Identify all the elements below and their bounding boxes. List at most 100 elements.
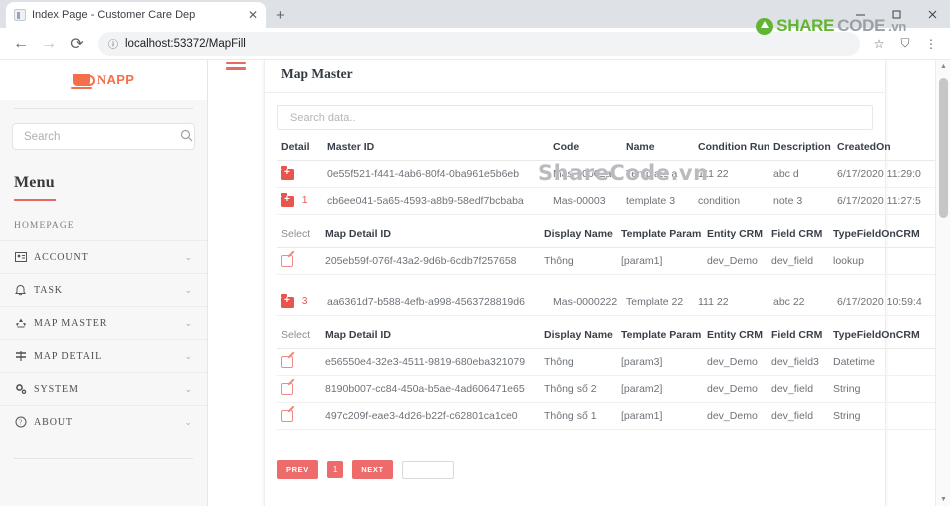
select-cell[interactable] xyxy=(277,402,321,430)
logo-vn-text: .vn xyxy=(888,18,906,34)
col-entity-crm: Entity CRM xyxy=(703,322,767,349)
chevron-down-icon[interactable]: ⌄ xyxy=(185,417,193,428)
detail-table: Select Map Detail ID Display Name Templa… xyxy=(277,221,937,275)
sharecode-logo: SHARE CODE .vn xyxy=(756,16,906,36)
cell-master-id: cb6ee041-5a65-4593-a8b9-58edf7bcbaba xyxy=(323,187,549,215)
chevron-down-icon[interactable]: ⌄ xyxy=(185,351,193,362)
browser-menu-icon[interactable]: ⋮ xyxy=(920,33,942,55)
edit-pencil-icon[interactable] xyxy=(281,356,293,368)
chevron-down-icon[interactable]: ⌄ xyxy=(185,285,193,296)
folder-plus-icon[interactable] xyxy=(281,294,294,308)
col-condition-run: Condition Run xyxy=(694,134,769,161)
col-display-name: Display Name xyxy=(540,221,617,248)
sidebar-item-label: SYSTEM xyxy=(34,383,79,395)
scroll-down-icon[interactable]: ▼ xyxy=(940,496,947,503)
edit-pencil-icon[interactable] xyxy=(281,383,293,395)
sidebar-item-label: TASK xyxy=(34,284,63,296)
site-info-icon[interactable]: ⓘ xyxy=(108,36,118,51)
edit-pencil-icon[interactable] xyxy=(281,410,293,422)
table-row[interactable]: 8190b007-cc84-450a-b5ae-4ad606471e65 Thô… xyxy=(277,375,937,403)
col-type-field-on-crm: TypeFieldOnCRM xyxy=(829,221,937,248)
detail-panel: Select Map Detail ID Display Name Templa… xyxy=(277,215,937,289)
question-circle-icon: ? xyxy=(14,416,27,428)
col-description: Description xyxy=(769,134,833,161)
chevron-down-icon[interactable]: ⌄ xyxy=(185,252,193,263)
back-icon[interactable]: ← xyxy=(8,31,34,57)
cell-created-on: 6/17/2020 11:29:0 xyxy=(833,160,937,188)
cell-code: Mas-00003 xyxy=(549,187,622,215)
menu-title: Menu xyxy=(14,174,55,191)
sidebar-item-system[interactable]: SYSTEM ⌄ xyxy=(0,372,207,405)
address-bar[interactable]: ⓘ localhost:53372/MapFill xyxy=(98,31,860,56)
tab-title: Index Page - Customer Care Dep xyxy=(32,9,196,21)
sidebar-section-homepage[interactable]: HOMEPAGE xyxy=(0,201,207,240)
brand-app-text: APP xyxy=(106,72,135,87)
prev-button[interactable]: PREV xyxy=(277,460,318,479)
chevron-down-icon[interactable]: ⌄ xyxy=(185,318,193,329)
edit-pencil-icon[interactable] xyxy=(281,255,293,267)
data-search-input[interactable] xyxy=(288,110,862,125)
cell-condition-run: condition xyxy=(694,187,769,215)
cell-entity-crm: dev_Demo xyxy=(703,247,767,275)
sidebar-item-account[interactable]: ACCOUNT ⌄ xyxy=(0,240,207,273)
cell-display-name: Thông số 1 xyxy=(540,402,617,430)
goto-page-input[interactable] xyxy=(401,460,454,479)
master-table-continued: 3 aa6361d7-b588-4efb-a998-4563728819d6 M… xyxy=(277,289,937,316)
cell-template-param: [param2] xyxy=(617,375,703,403)
table-row[interactable]: 0e55f521-f441-4ab6-80f4-0ba961e5b6eb Mas… xyxy=(277,160,937,188)
folder-plus-icon[interactable] xyxy=(281,193,294,207)
table-row[interactable]: 3 aa6361d7-b588-4efb-a998-4563728819d6 M… xyxy=(277,289,937,316)
sidebar-item-map-master[interactable]: MAP MASTER ⌄ xyxy=(0,306,207,339)
search-icon[interactable] xyxy=(180,129,193,145)
sidebar-item-label: MAP MASTER xyxy=(34,317,108,329)
expand-detail-cell[interactable]: 3 xyxy=(277,289,323,316)
scrollbar-thumb[interactable] xyxy=(939,78,948,218)
cell-code: Mas-00002a xyxy=(549,160,622,188)
forward-icon[interactable]: → xyxy=(36,31,62,57)
sidebar-item-task[interactable]: TASK ⌄ xyxy=(0,273,207,306)
new-tab-button[interactable]: + xyxy=(276,7,285,24)
scroll-up-icon[interactable]: ▲ xyxy=(940,63,947,70)
cell-display-name: Thông xyxy=(540,348,617,376)
page-title: Map Master xyxy=(281,66,353,81)
table-row[interactable]: 497c209f-eae3-4d26-b22f-c62801ca1ce0 Thô… xyxy=(277,402,937,430)
expand-detail-cell[interactable] xyxy=(277,160,323,188)
sidebar-item-label: ACCOUNT xyxy=(34,251,89,263)
sidebar-search-wrap xyxy=(0,109,207,166)
gears-icon xyxy=(14,383,27,395)
table-row[interactable]: 1 cb6ee041-5a65-4593-a8b9-58edf7bcbaba M… xyxy=(277,187,937,215)
reload-icon[interactable]: ⟳ xyxy=(64,31,90,57)
data-search-box[interactable] xyxy=(277,105,873,130)
select-cell[interactable] xyxy=(277,375,321,403)
chevron-down-icon[interactable]: ⌄ xyxy=(185,384,193,395)
page-number-button[interactable]: 1 xyxy=(326,461,344,478)
close-icon[interactable]: ✕ xyxy=(248,9,258,21)
table-row[interactable]: 205eb59f-076f-43a2-9d6b-6cdb7f257658 Thô… xyxy=(277,247,937,275)
sidebar-item-map-detail[interactable]: MAP DETAIL ⌄ xyxy=(0,339,207,372)
app-brand[interactable]: NAPP xyxy=(0,60,207,100)
sidebar-item-about[interactable]: ? ABOUT ⌄ xyxy=(0,405,207,438)
hamburger-icon[interactable] xyxy=(226,60,246,73)
next-button[interactable]: NEXT xyxy=(352,460,393,479)
select-cell[interactable] xyxy=(277,348,321,376)
vertical-scrollbar[interactable]: ▲ ▼ xyxy=(935,60,950,506)
col-detail: Detail xyxy=(277,134,323,161)
brand-label: NAPP xyxy=(97,72,134,88)
table-row[interactable]: e56550e4-32e3-4511-9819-680eba321079 Thô… xyxy=(277,348,937,376)
cell-description: note 3 xyxy=(769,187,833,215)
expand-detail-cell[interactable]: 1 xyxy=(277,187,323,215)
sidebar-search-box[interactable] xyxy=(12,123,195,150)
col-name: Name xyxy=(622,134,694,161)
window-close-icon[interactable] xyxy=(914,0,950,28)
browser-window: Index Page - Customer Care Dep ✕ + ← → ⟳… xyxy=(0,0,950,506)
cell-condition-run: 111 22 xyxy=(694,289,769,316)
cell-template-param: [param1] xyxy=(617,247,703,275)
col-master-id: Master ID xyxy=(323,134,549,161)
search-input[interactable] xyxy=(22,129,180,144)
browser-tab[interactable]: Index Page - Customer Care Dep ✕ xyxy=(6,2,266,28)
logo-share-text: SHARE xyxy=(776,16,835,35)
select-cell[interactable] xyxy=(277,247,321,275)
folder-plus-icon[interactable] xyxy=(281,166,294,180)
col-field-crm: Field CRM xyxy=(767,322,829,349)
cell-field-crm: dev_field3 xyxy=(767,348,829,376)
